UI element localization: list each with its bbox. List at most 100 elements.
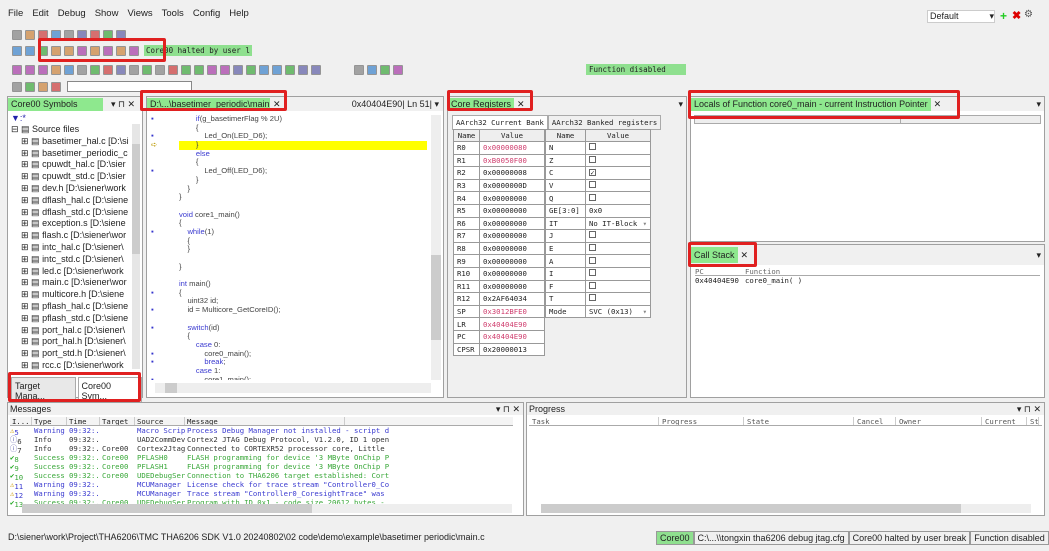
cross-icon[interactable] <box>220 64 230 75</box>
locals-icon[interactable] <box>64 64 74 75</box>
tree-item[interactable]: ⊞ ▤ rcc.c [D:\siener\work <box>11 360 131 370</box>
flag-row[interactable]: Z <box>545 153 651 168</box>
flag-row[interactable]: Mode SVC (0x13) ▾ <box>545 304 651 319</box>
flag-value[interactable]: SVC (0x13) ▾ <box>585 304 651 319</box>
register-row[interactable]: R4 0x00000000 <box>453 191 545 205</box>
register-row[interactable]: R6 0x00000000 <box>453 216 545 231</box>
column-header[interactable]: Source <box>135 417 185 425</box>
tree-item[interactable]: ⊞ ▤ pflash_hal.c [D:\siene <box>11 301 131 313</box>
terminal-icon[interactable] <box>142 64 152 75</box>
expand-icon[interactable]: ⊞ <box>21 301 31 311</box>
register-row[interactable]: R0 0x00000080 <box>453 141 545 155</box>
register-value[interactable]: 0x40404E90 <box>479 329 545 344</box>
hourglass-icon[interactable] <box>103 64 113 75</box>
editor-vscrollbar[interactable] <box>431 115 441 380</box>
column-header[interactable]: Time <box>67 417 100 425</box>
code-view[interactable]: ▪ if(g_basetimerFlag % 2U) {▪ Led_On(LED… <box>147 115 429 380</box>
column-header[interactable]: Task <box>529 417 659 425</box>
register-value[interactable]: 0x00000000 <box>479 191 545 205</box>
return-icon[interactable] <box>90 45 100 56</box>
column-header[interactable]: Owner <box>896 417 982 425</box>
breakpoint-marker-icon[interactable]: ▪ <box>147 288 179 298</box>
breakpoint-marker-icon[interactable]: ▪ <box>147 323 179 333</box>
expand-icon[interactable]: ⊞ <box>21 254 31 264</box>
register-value[interactable]: 0x00000000 <box>479 241 545 256</box>
monitor-icon[interactable] <box>246 64 256 75</box>
tree-item[interactable]: ⊞ ▤ main.c [D:\siener\wor <box>11 277 131 289</box>
column-header[interactable]: St <box>1027 417 1039 425</box>
symbols-scrollbar[interactable] <box>132 124 140 369</box>
message-row[interactable]: ✔9 Success 09:32:...Core00 PFLASH1 FLASH pro… <box>10 462 513 471</box>
flag-row[interactable]: N <box>545 141 651 155</box>
filter-icon[interactable] <box>51 81 61 92</box>
registers-icon[interactable] <box>51 64 61 75</box>
save-icon[interactable] <box>64 29 74 40</box>
checkbox[interactable] <box>589 193 596 201</box>
close-icon[interactable]: ✕ <box>741 250 749 261</box>
register-value[interactable]: 0x20000013 <box>479 342 545 357</box>
window-icon[interactable] <box>129 64 139 75</box>
menu-icon[interactable]: ▾ <box>1036 250 1041 261</box>
tree-item[interactable]: ⊞ ▤ cpuwdt_hal.c [D:\sier <box>11 159 131 171</box>
paste-icon[interactable] <box>116 29 126 40</box>
breakpoint-marker-icon[interactable]: ▪ <box>147 305 179 315</box>
tile-icon[interactable] <box>285 64 295 75</box>
flag-value[interactable]: 0x0 <box>585 203 651 218</box>
new-file-icon[interactable] <box>12 29 22 40</box>
column-header[interactable]: I... <box>10 417 32 425</box>
add-icon[interactable]: + <box>1000 9 1007 23</box>
layout-select[interactable]: Default ▾ <box>927 10 995 23</box>
tree-item[interactable]: ⊞ ▤ dflash_std.c [D:\siene <box>11 207 131 219</box>
progress-hscrollbar[interactable] <box>541 504 1031 513</box>
expand-icon[interactable]: ⊞ <box>21 136 31 146</box>
flag-row[interactable]: T <box>545 292 651 306</box>
current-line-arrow-icon[interactable]: ➪ <box>147 140 179 150</box>
menu-icon[interactable]: ▾ ⊓ ✕ <box>111 99 135 110</box>
expand-icon[interactable]: ⊞ <box>21 195 31 205</box>
trace-icon[interactable] <box>90 64 100 75</box>
message-row[interactable]: ⚠5 Warning 09:32:... Macro Script...Process… <box>10 426 513 435</box>
register-value[interactable]: 0x0000000D <box>479 178 545 193</box>
flag-value[interactable] <box>585 254 651 268</box>
register-value[interactable]: 0x00000000 <box>479 216 545 231</box>
expand-icon[interactable]: ⊞ <box>21 171 31 181</box>
flag-value[interactable] <box>585 229 651 243</box>
flag-row[interactable]: I <box>545 266 651 281</box>
register-row[interactable]: CPSR 0x20000013 <box>453 342 545 357</box>
menu-icon[interactable]: ▾ ⊓ ✕ <box>496 404 520 415</box>
tab-current-bank[interactable]: AArch32 Current Bank <box>452 115 548 130</box>
step-into-icon[interactable] <box>38 45 48 56</box>
menu-config[interactable]: Config <box>193 8 220 19</box>
register-value[interactable]: 0x00000000 <box>479 229 545 243</box>
register-row[interactable]: R12 0x2AF64034 <box>453 292 545 306</box>
menu-icon[interactable]: ▾ <box>678 99 683 110</box>
trace-step-icon[interactable] <box>25 81 35 92</box>
column-header[interactable]: Cancel <box>854 417 896 425</box>
step-over-icon[interactable] <box>51 45 61 56</box>
register-row[interactable]: LR 0x40404E90 <box>453 317 545 331</box>
expand-icon[interactable]: ⊞ <box>21 360 31 370</box>
tree-item[interactable]: ⊞ ▤ intc_std.c [D:\siener\ <box>11 254 131 266</box>
flag-row[interactable]: F <box>545 279 651 294</box>
expand-icon[interactable]: ⊞ <box>21 159 31 169</box>
menu-tools[interactable]: Tools <box>162 8 184 19</box>
register-row[interactable]: R7 0x00000000 <box>453 229 545 243</box>
gear-icon[interactable]: ⚙ <box>1024 9 1033 20</box>
checkbox[interactable] <box>589 269 596 277</box>
flag-value[interactable]: No IT-Block ▾ <box>585 216 651 231</box>
tree-root[interactable]: ⊟ ▤ Source files <box>11 124 131 136</box>
flag-row[interactable]: Q <box>545 191 651 205</box>
ide-icon[interactable] <box>233 64 243 75</box>
menu-views[interactable]: Views <box>127 8 152 19</box>
callstack-title[interactable]: Call Stack <box>691 247 738 263</box>
messages-hscrollbar[interactable] <box>22 504 512 513</box>
breakpoint-marker-icon[interactable]: ▪ <box>147 227 179 237</box>
save-all-icon[interactable] <box>77 29 87 40</box>
grid-icon[interactable] <box>272 64 282 75</box>
bookmark-icon[interactable] <box>354 64 364 75</box>
register-value[interactable]: 0x2AF64034 <box>479 292 545 306</box>
expand-icon[interactable]: ⊞ <box>21 230 31 240</box>
locals-title[interactable]: Locals of Function core0_main - current … <box>691 97 931 111</box>
flag-icon[interactable] <box>168 64 178 75</box>
flag-value[interactable] <box>585 178 651 193</box>
